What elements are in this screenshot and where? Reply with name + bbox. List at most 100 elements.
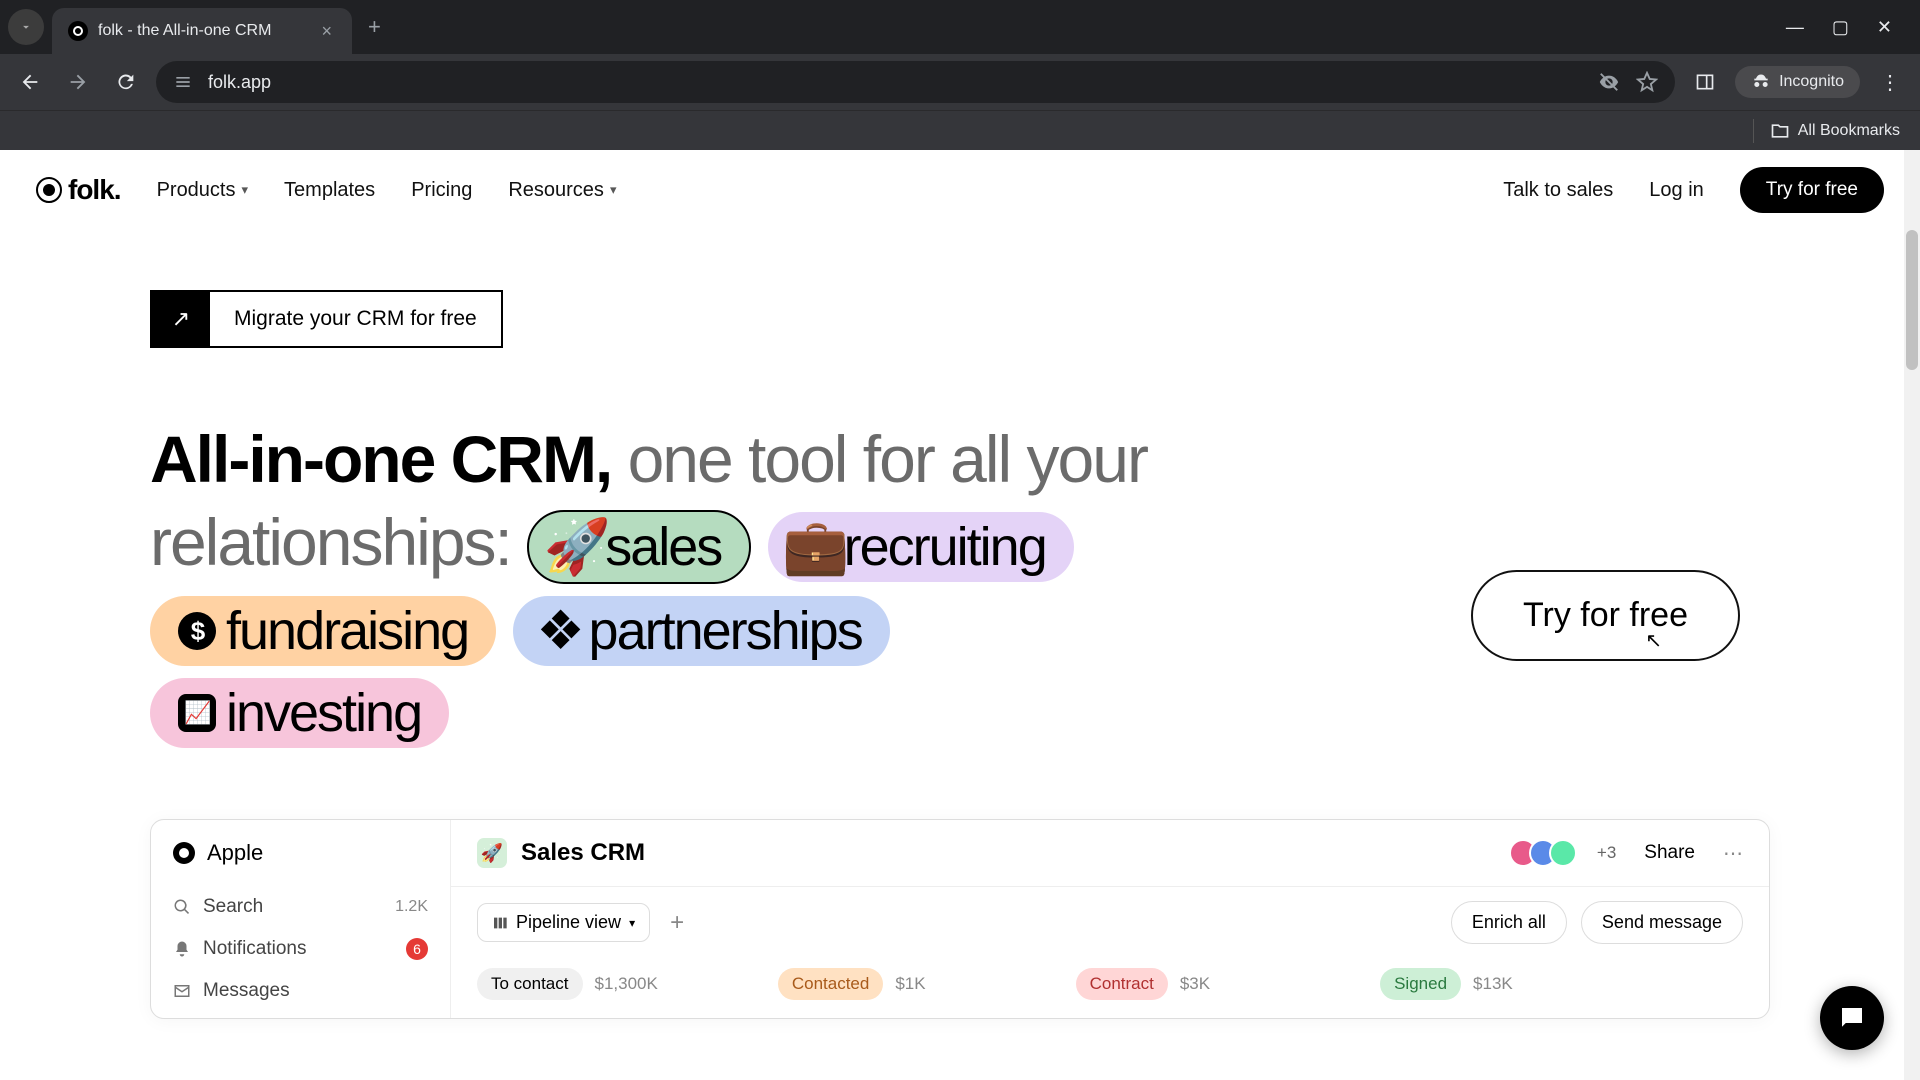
nav-pricing[interactable]: Pricing — [411, 179, 472, 202]
close-tab-icon[interactable]: × — [317, 17, 336, 46]
nav-templates[interactable]: Templates — [284, 179, 375, 202]
workspace-switcher[interactable]: Apple — [151, 820, 450, 886]
logo-mark-icon — [36, 177, 62, 203]
side-panel-icon[interactable] — [1693, 70, 1717, 94]
window-controls: — ▢ ✕ — [1786, 17, 1912, 38]
try-for-free-hero-button[interactable]: Try for free — [1471, 570, 1740, 661]
pill-sales[interactable]: 🚀 sales — [527, 510, 751, 584]
incognito-icon — [1751, 72, 1771, 92]
app-toolbar: Pipeline view ▾ + Enrich all Send messag… — [451, 887, 1769, 958]
board-view-icon — [492, 915, 508, 931]
enrich-all-button[interactable]: Enrich all — [1451, 901, 1567, 944]
scrollbar-thumb[interactable] — [1906, 230, 1918, 370]
folder-icon — [1770, 121, 1790, 141]
layers-icon: ❖ — [541, 612, 579, 650]
briefcase-icon: 💼 — [796, 528, 834, 566]
nav-products[interactable]: Products ▾ — [157, 179, 248, 202]
bookmark-star-icon[interactable] — [1635, 70, 1659, 94]
logo[interactable]: folk. — [36, 174, 121, 206]
app-sidebar: Apple Search 1.2K Notifications 6 Messag… — [151, 820, 451, 1018]
search-count: 1.2K — [395, 898, 428, 916]
chevron-down-icon: ▾ — [610, 182, 617, 198]
column-contacted[interactable]: Contacted $1K — [778, 968, 926, 1000]
more-users-count: +3 — [1597, 843, 1616, 863]
forward-button[interactable] — [60, 64, 96, 100]
browser-toolbar: folk.app Incognito ⋮ — [0, 54, 1920, 110]
back-button[interactable] — [12, 64, 48, 100]
divider — [1753, 119, 1754, 143]
tab-title: folk - the All-in-one CRM — [98, 22, 307, 40]
close-window-icon[interactable]: ✕ — [1877, 17, 1892, 38]
eye-blocked-icon[interactable] — [1597, 70, 1621, 94]
site-header: folk. Products ▾ Templates Pricing Resou… — [0, 150, 1920, 230]
maximize-icon[interactable]: ▢ — [1832, 17, 1849, 38]
workspace-icon — [173, 842, 195, 864]
incognito-label: Incognito — [1779, 73, 1844, 91]
favicon-icon — [68, 21, 88, 41]
sidebar-item-search[interactable]: Search 1.2K — [151, 886, 450, 928]
browser-tab[interactable]: folk - the All-in-one CRM × — [52, 8, 352, 54]
more-options-icon[interactable]: ⋯ — [1723, 841, 1743, 866]
board-icon: 🚀 — [477, 838, 507, 868]
heading-bold: All-in-one CRM, — [150, 422, 611, 496]
column-to-contact[interactable]: To contact $1,300K — [477, 968, 658, 1000]
minimize-icon[interactable]: — — [1786, 17, 1804, 38]
avatar-stack[interactable] — [1517, 839, 1577, 867]
app-header: 🚀 Sales CRM +3 Share ⋯ — [451, 820, 1769, 887]
send-message-button[interactable]: Send message — [1581, 901, 1743, 944]
nav-products-label: Products — [157, 179, 236, 202]
migrate-crm-button[interactable]: ↗ Migrate your CRM for free — [150, 290, 503, 348]
workspace-name: Apple — [207, 840, 263, 866]
incognito-badge[interactable]: Incognito — [1735, 66, 1860, 98]
cursor-icon: ↖ — [1645, 628, 1662, 653]
log-in-link[interactable]: Log in — [1649, 179, 1704, 202]
pipeline-columns: To contact $1,300K Contacted $1K Contrac… — [451, 958, 1769, 1010]
view-selector[interactable]: Pipeline view ▾ — [477, 903, 650, 942]
sidebar-item-notifications[interactable]: Notifications 6 — [151, 928, 450, 970]
reload-button[interactable] — [108, 64, 144, 100]
tab-strip: folk - the All-in-one CRM × + — ▢ ✕ — [0, 0, 1920, 54]
tab-search-dropdown[interactable] — [8, 9, 44, 45]
pill-recruiting[interactable]: 💼 recruiting — [768, 512, 1074, 582]
all-bookmarks-label: All Bookmarks — [1798, 122, 1900, 140]
bell-icon — [173, 940, 191, 958]
chat-icon — [1837, 1003, 1867, 1033]
scrollbar-track[interactable] — [1904, 150, 1920, 1080]
nav-resources[interactable]: Resources ▾ — [508, 179, 616, 202]
all-bookmarks-button[interactable]: All Bookmarks — [1770, 121, 1900, 141]
chevron-down-icon: ▾ — [242, 182, 249, 198]
dollar-icon: $ — [178, 612, 216, 650]
url-text: folk.app — [208, 72, 1583, 93]
pill-fundraising[interactable]: $ fundraising — [150, 596, 496, 666]
page-content: folk. Products ▾ Templates Pricing Resou… — [0, 150, 1920, 1080]
address-bar[interactable]: folk.app — [156, 61, 1675, 103]
column-signed[interactable]: Signed $13K — [1380, 968, 1513, 1000]
app-main: 🚀 Sales CRM +3 Share ⋯ Pipeline view ▾ — [451, 820, 1769, 1018]
nav-resources-label: Resources — [508, 179, 604, 202]
hero-cta: Try for free — [1471, 570, 1740, 661]
chat-widget-button[interactable] — [1820, 986, 1884, 1050]
column-contract[interactable]: Contract $3K — [1076, 968, 1211, 1000]
search-icon — [173, 898, 191, 916]
migrate-label: Migrate your CRM for free — [210, 307, 501, 331]
mail-icon — [173, 982, 191, 1000]
pill-partnerships[interactable]: ❖ partnerships — [513, 596, 890, 666]
bookmark-bar: All Bookmarks — [0, 110, 1920, 150]
avatar — [1549, 839, 1577, 867]
app-preview: Apple Search 1.2K Notifications 6 Messag… — [150, 819, 1770, 1019]
hero-heading: All-in-one CRM, one tool for all your re… — [150, 418, 1370, 749]
sidebar-item-messages[interactable]: Messages — [151, 970, 450, 1012]
talk-to-sales-link[interactable]: Talk to sales — [1503, 179, 1613, 202]
chevron-down-icon: ▾ — [629, 916, 635, 930]
new-tab-button[interactable]: + — [352, 14, 397, 40]
pill-investing[interactable]: 📈 investing — [150, 678, 449, 748]
rocket-icon: 🚀 — [557, 528, 595, 566]
chrome-menu-icon[interactable]: ⋮ — [1872, 70, 1908, 95]
site-info-icon[interactable] — [172, 71, 194, 93]
share-button[interactable]: Share — [1644, 842, 1695, 864]
logo-text: folk. — [68, 174, 121, 206]
trending-up-icon: 📈 — [178, 694, 216, 732]
add-view-button[interactable]: + — [664, 909, 690, 937]
try-for-free-header-button[interactable]: Try for free — [1740, 167, 1884, 213]
hero-section: ↗ Migrate your CRM for free All-in-one C… — [0, 230, 1920, 789]
